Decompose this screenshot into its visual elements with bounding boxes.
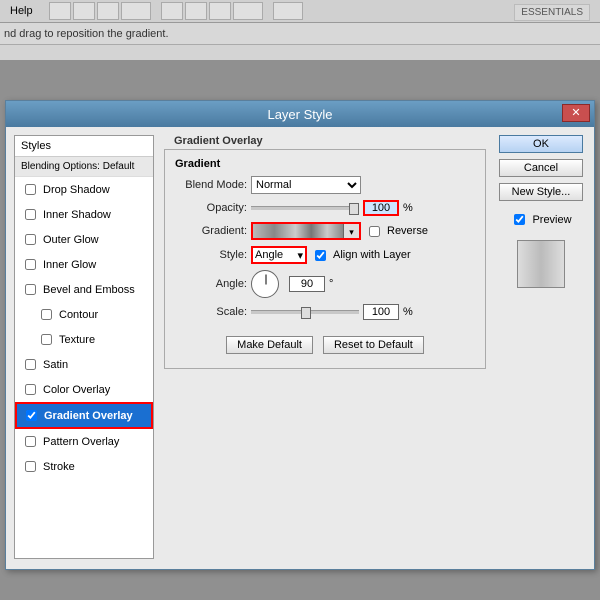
scale-slider[interactable] <box>251 310 359 314</box>
blending-options-item[interactable]: Blending Options: Default <box>15 157 153 177</box>
cancel-button[interactable]: Cancel <box>499 159 583 177</box>
tool-hint-text: nd drag to reposition the gradient. <box>4 28 169 40</box>
close-icon[interactable]: ✕ <box>562 104 590 122</box>
toolbar-dropdown-1[interactable] <box>121 2 151 20</box>
label-blend-mode: Blend Mode: <box>175 179 247 191</box>
opacity-slider[interactable] <box>251 206 359 210</box>
checkbox-stroke[interactable] <box>25 461 36 472</box>
gradient-swatch-picker[interactable]: ▾ <box>251 222 361 240</box>
label-align: Align with Layer <box>333 249 411 261</box>
label-preview: Preview <box>532 214 571 226</box>
reset-default-button[interactable]: Reset to Default <box>323 336 424 354</box>
angle-input[interactable] <box>289 276 325 292</box>
toolbar-align-1[interactable] <box>49 2 71 20</box>
degree-label: ° <box>329 278 333 290</box>
menu-help[interactable]: Help <box>4 5 39 17</box>
style-item-bevel[interactable]: Bevel and Emboss <box>15 277 153 302</box>
toolbar-align-2[interactable] <box>73 2 95 20</box>
style-item-inner-shadow[interactable]: Inner Shadow <box>15 202 153 227</box>
opacity-input[interactable] <box>363 200 399 216</box>
checkbox-outer-glow[interactable] <box>25 234 36 245</box>
scale-slider-thumb[interactable] <box>301 307 311 319</box>
style-item-inner-glow[interactable]: Inner Glow <box>15 252 153 277</box>
opacity-slider-thumb[interactable] <box>349 203 359 215</box>
ok-button[interactable]: OK <box>499 135 583 153</box>
checkbox-gradient-overlay[interactable] <box>26 410 37 421</box>
style-label: Inner Glow <box>43 259 96 271</box>
style-item-gradient-overlay[interactable]: Gradient Overlay <box>15 402 153 429</box>
style-label: Contour <box>59 309 98 321</box>
style-label: Texture <box>59 334 95 346</box>
reverse-checkbox[interactable] <box>369 226 380 237</box>
dialog-title: Layer Style <box>267 107 332 122</box>
section-title-gradient-overlay: Gradient Overlay <box>174 135 486 147</box>
blend-mode-select[interactable]: Normal <box>251 176 361 194</box>
percent-label: % <box>403 202 413 214</box>
dialog-titlebar[interactable]: Layer Style ✕ <box>6 101 594 127</box>
label-scale: Scale: <box>175 306 247 318</box>
toolbar-dropdown-3[interactable] <box>273 2 303 20</box>
toolbar-align-5[interactable] <box>185 2 207 20</box>
new-style-button[interactable]: New Style... <box>499 183 583 201</box>
workspace-essentials-button[interactable]: ESSENTIALS <box>514 4 590 21</box>
angle-dial[interactable] <box>251 270 279 298</box>
styles-list: Styles Blending Options: Default Drop Sh… <box>14 135 154 559</box>
checkbox-satin[interactable] <box>25 359 36 370</box>
label-style: Style: <box>175 249 247 261</box>
style-item-drop-shadow[interactable]: Drop Shadow <box>15 177 153 202</box>
style-item-outer-glow[interactable]: Outer Glow <box>15 227 153 252</box>
style-item-contour[interactable]: Contour <box>15 302 153 327</box>
style-value: Angle <box>255 249 283 261</box>
style-item-satin[interactable]: Satin <box>15 352 153 377</box>
style-label: Stroke <box>43 461 75 473</box>
style-item-pattern-overlay[interactable]: Pattern Overlay <box>15 429 153 454</box>
toolbar-align-3[interactable] <box>97 2 119 20</box>
checkbox-bevel[interactable] <box>25 284 36 295</box>
style-item-stroke[interactable]: Stroke <box>15 454 153 479</box>
style-item-color-overlay[interactable]: Color Overlay <box>15 377 153 402</box>
style-select[interactable]: Angle ▾ <box>251 246 307 264</box>
style-label: Satin <box>43 359 68 371</box>
style-label: Pattern Overlay <box>43 436 119 448</box>
sub-section-gradient: Gradient <box>175 158 475 170</box>
checkbox-contour[interactable] <box>41 309 52 320</box>
checkbox-pattern-overlay[interactable] <box>25 436 36 447</box>
checkbox-inner-shadow[interactable] <box>25 209 36 220</box>
scale-input[interactable] <box>363 304 399 320</box>
style-label: Inner Shadow <box>43 209 111 221</box>
chevron-down-icon: ▾ <box>297 249 303 262</box>
checkbox-color-overlay[interactable] <box>25 384 36 395</box>
style-label: Drop Shadow <box>43 184 110 196</box>
style-label: Outer Glow <box>43 234 99 246</box>
label-opacity: Opacity: <box>175 202 247 214</box>
label-reverse: Reverse <box>387 225 428 237</box>
preview-swatch <box>517 240 565 288</box>
preview-checkbox[interactable] <box>514 214 525 225</box>
label-gradient: Gradient: <box>175 225 247 237</box>
gradient-fieldset: Gradient Blend Mode: Normal Opacity: % G… <box>164 149 486 369</box>
toolbar-align-6[interactable] <box>209 2 231 20</box>
chevron-down-icon[interactable]: ▾ <box>343 224 359 238</box>
checkbox-inner-glow[interactable] <box>25 259 36 270</box>
toolbar-dropdown-2[interactable] <box>233 2 263 20</box>
style-item-texture[interactable]: Texture <box>15 327 153 352</box>
toolbar-align-4[interactable] <box>161 2 183 20</box>
styles-header[interactable]: Styles <box>15 136 153 157</box>
label-angle: Angle: <box>175 278 247 290</box>
percent-label: % <box>403 306 413 318</box>
checkbox-texture[interactable] <box>41 334 52 345</box>
checkbox-drop-shadow[interactable] <box>25 184 36 195</box>
layer-style-dialog: Layer Style ✕ Styles Blending Options: D… <box>5 100 595 570</box>
style-label: Color Overlay <box>43 384 110 396</box>
align-with-layer-checkbox[interactable] <box>315 250 326 261</box>
style-label: Bevel and Emboss <box>43 284 135 296</box>
style-label: Gradient Overlay <box>44 410 133 422</box>
make-default-button[interactable]: Make Default <box>226 336 313 354</box>
